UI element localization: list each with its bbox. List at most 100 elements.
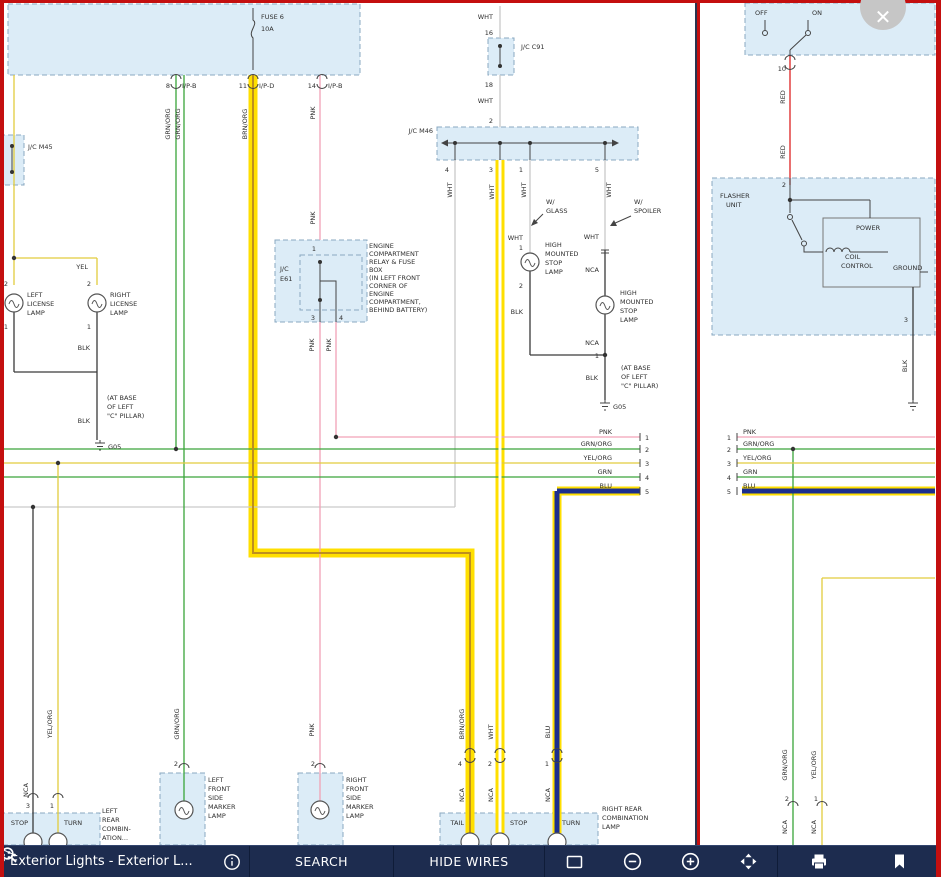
wire-color-label: YEL/ORG <box>810 751 818 781</box>
wire-blu-highlight[interactable] <box>557 491 935 833</box>
close-icon: ✕ <box>875 7 892 27</box>
junction-dot <box>318 298 322 302</box>
location-note: OF LEFT <box>107 403 133 411</box>
pin-number: 1 <box>645 434 649 442</box>
wire-color-label: WHT <box>488 184 496 199</box>
pin-number: 2 <box>782 181 786 189</box>
connector-label: I/P-D <box>259 82 274 90</box>
left-rear-turn-lamp-symbol[interactable] <box>49 833 67 845</box>
view-controls-section <box>545 846 778 877</box>
junction-dot <box>10 170 14 174</box>
junction-dot <box>528 141 532 145</box>
right-rear-turn-lamp-symbol[interactable] <box>548 833 566 845</box>
hide-wires-label: HIDE WIRES <box>429 854 508 869</box>
component-label: MARKER <box>346 803 374 811</box>
print-button[interactable] <box>809 852 829 871</box>
connector-label: J/C C91 <box>520 43 545 51</box>
bookmark-button[interactable] <box>890 852 909 871</box>
wire-color-label: YEL/ORG <box>46 710 54 740</box>
pin-number: 1 <box>312 245 316 253</box>
hide-wires-button[interactable]: HIDE WIRES <box>394 846 545 877</box>
component-label: MARKER <box>208 803 236 811</box>
zoom-in-button[interactable] <box>681 852 700 871</box>
wire-blu-core[interactable] <box>557 491 935 833</box>
bottom-toolbar: Exterior Lights - Exterior L... SEARCH H… <box>0 845 941 877</box>
wire-brn-org-highlight[interactable] <box>253 75 470 833</box>
wire-color-label: YEL/ORG <box>582 454 612 462</box>
connector-label: J/C M46 <box>407 127 433 135</box>
wire-color-label: BLU <box>743 482 756 490</box>
junction-dot <box>453 141 457 145</box>
pin-number: 2 <box>785 795 789 803</box>
pin-number: 14 <box>308 82 316 90</box>
wire-color-label: RED <box>779 145 787 159</box>
info-button[interactable] <box>223 853 241 871</box>
pin-number: 16 <box>485 29 493 37</box>
component-label: CONTROL <box>841 262 873 270</box>
wire-color-label: NCA <box>781 820 789 834</box>
wiring-diagram-viewer: FUSE 6 10A 8 I/P-B 11 I/P-D 14 I/P-B GRN… <box>0 0 941 877</box>
pin-number: 2 <box>645 446 649 454</box>
right-rear-stop-lamp-symbol[interactable] <box>491 833 509 845</box>
pin-number: 10 <box>778 65 786 73</box>
pin-number: 2 <box>4 280 8 288</box>
frame-red-left <box>0 0 4 877</box>
wire-color-label: BLU <box>544 726 552 739</box>
wire-color-label: BLK <box>511 308 524 316</box>
component-label: RELAY & FUSE <box>369 258 415 266</box>
wire-color-label: RED <box>779 90 787 104</box>
fit-to-screen-button[interactable] <box>739 852 758 871</box>
wire-color-label: GRN <box>743 468 758 476</box>
wire-color-label: BLU <box>599 482 612 490</box>
search-button[interactable]: SEARCH <box>250 846 394 877</box>
right-rear-tail-lamp-symbol[interactable] <box>461 833 479 845</box>
wire-color-label: BRN/ORG <box>458 709 466 740</box>
wire-color-label: BLK <box>78 417 91 425</box>
jc-e61-box <box>300 255 362 310</box>
pin-number: 1 <box>4 323 8 331</box>
connector-label: I/P-B <box>328 82 342 90</box>
wire-color-label: WHT <box>478 13 493 21</box>
junction-dot <box>334 435 338 439</box>
left-rear-stop-lamp-symbol[interactable] <box>24 833 42 845</box>
switch-position-label: ON <box>812 9 822 17</box>
option-label: W/ <box>546 198 555 206</box>
wire-color-label: PNK <box>309 211 317 225</box>
component-label: COMBINATION <box>602 814 648 822</box>
fuse-rating: 10A <box>261 25 274 33</box>
wire-color-label: BLK <box>901 359 909 372</box>
wire-color-label: GRN/ORG <box>743 440 774 448</box>
pin-number: 4 <box>445 166 449 174</box>
lamp-function-label: STOP <box>11 819 28 827</box>
junction-dot <box>498 64 502 68</box>
location-note: (AT BASE <box>621 364 651 372</box>
fullscreen-button[interactable] <box>565 853 584 871</box>
wire-blk[interactable] <box>14 250 913 833</box>
wire-color-label: NCA <box>487 788 495 802</box>
frame-red-top <box>0 0 941 3</box>
document-actions-section <box>778 846 940 877</box>
wire-color-label: GRN/ORG <box>581 440 612 448</box>
pin-number: 4 <box>645 474 649 482</box>
wire-color-label: WHT <box>487 724 495 739</box>
wire-color-label: NCA <box>585 339 599 347</box>
zoom-out-button[interactable] <box>623 852 642 871</box>
location-note: OF LEFT <box>621 373 647 381</box>
wire-color-label: WHT <box>508 234 523 242</box>
component-label: LICENSE <box>110 300 137 308</box>
pin-number: 3 <box>311 314 315 322</box>
pin-number: 4 <box>458 760 462 768</box>
wire-brn-org-core[interactable] <box>253 75 470 833</box>
fit-to-screen-icon <box>739 852 758 871</box>
pin-number: 11 <box>239 82 247 90</box>
component-label: ATION... <box>102 834 128 842</box>
component-label: SIDE <box>208 794 223 802</box>
wire-color-label: GRN/ORG <box>164 108 172 139</box>
connector-label: J/C M45 <box>27 143 53 151</box>
hazard-switch-box <box>745 3 935 55</box>
pin-number: 1 <box>519 166 523 174</box>
junction-dot <box>174 447 178 451</box>
junction-dot <box>788 198 792 202</box>
location-note: (AT BASE <box>107 394 137 402</box>
wire-color-label: PNK <box>308 338 316 352</box>
